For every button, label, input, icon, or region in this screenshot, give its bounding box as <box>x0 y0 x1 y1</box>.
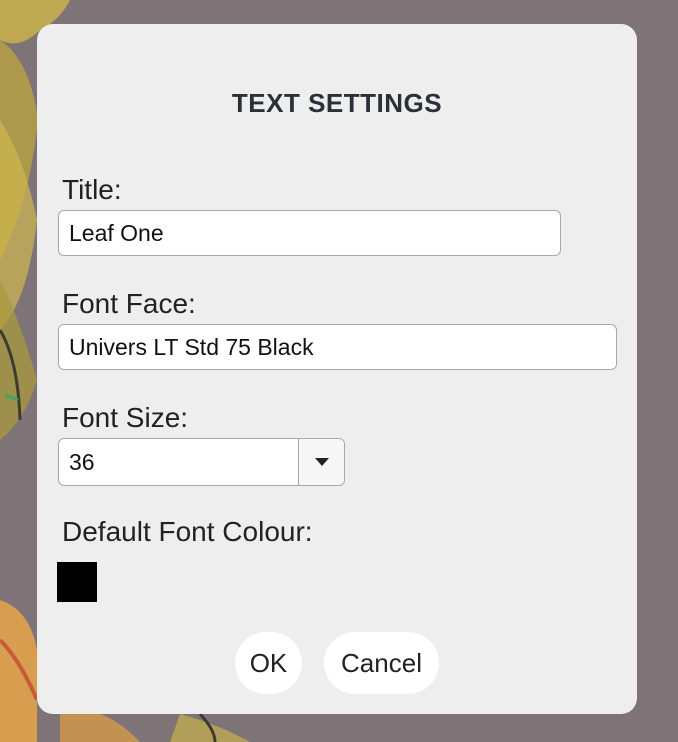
font-size-label: Font Size: <box>62 402 189 433</box>
font-size-select[interactable]: 36 <box>58 438 345 486</box>
chevron-down-icon <box>314 458 329 466</box>
cancel-button[interactable]: Cancel <box>324 632 439 694</box>
canvas-backdrop: TEXT SETTINGS Title: Font Face: Font Siz… <box>0 0 678 742</box>
font-face-input[interactable] <box>58 324 617 370</box>
font-size-value: 36 <box>69 448 95 475</box>
font-colour-label: Default Font Colour: <box>62 516 313 547</box>
dropdown-toggle[interactable] <box>298 439 344 485</box>
title-input[interactable] <box>58 210 561 256</box>
font-colour-swatch[interactable] <box>57 562 97 602</box>
font-face-label: Font Face: <box>62 288 196 319</box>
ok-button[interactable]: OK <box>235 632 302 694</box>
dialog-title: TEXT SETTINGS <box>231 88 443 118</box>
title-label: Title: <box>62 174 122 205</box>
text-settings-dialog: TEXT SETTINGS Title: Font Face: Font Siz… <box>37 24 637 714</box>
